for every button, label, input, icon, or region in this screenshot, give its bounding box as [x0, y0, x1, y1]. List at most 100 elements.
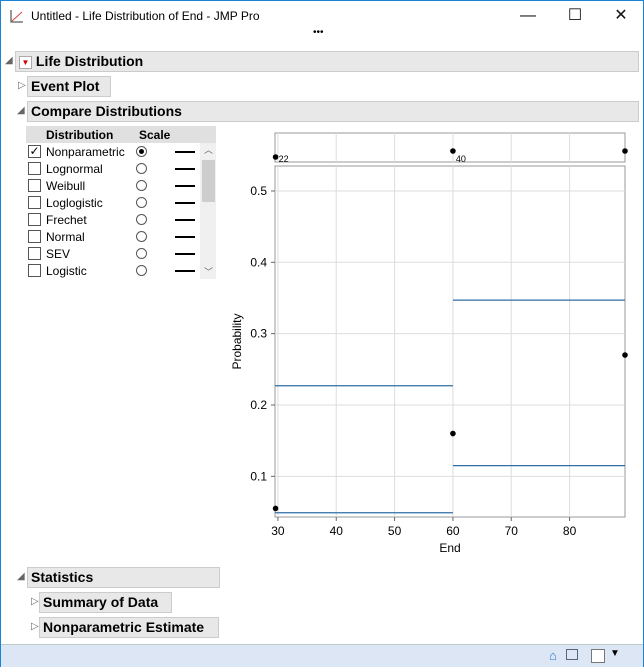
- distribution-checkbox[interactable]: [28, 213, 41, 226]
- nonparametric-estimate-title: Nonparametric Estimate: [43, 619, 205, 635]
- estimate-point: [272, 505, 279, 512]
- event-label: 22: [279, 154, 289, 164]
- event-plot-header[interactable]: Event Plot: [27, 76, 111, 97]
- scroll-up-icon[interactable]: ︿: [204, 143, 213, 156]
- home-icon[interactable]: ⌂: [549, 648, 557, 663]
- distribution-label: Normal: [46, 229, 85, 244]
- expand-triangle-icon[interactable]: ▷: [31, 596, 39, 607]
- collapse-triangle-icon[interactable]: ◢: [17, 571, 25, 582]
- collapse-triangle-icon[interactable]: ◢: [5, 55, 13, 66]
- life-distribution-header[interactable]: ▼ Life Distribution: [15, 51, 639, 72]
- summary-of-data-title: Summary of Data: [43, 594, 159, 610]
- more-handle[interactable]: •••: [313, 27, 324, 38]
- summary-of-data-header[interactable]: Summary of Data: [39, 592, 172, 613]
- scale-radio[interactable]: [136, 197, 147, 208]
- scale-radio[interactable]: [136, 163, 147, 174]
- distribution-table: Distribution Scale ✓ Nonparametric Logno…: [26, 126, 216, 279]
- distribution-row: ✓ Nonparametric: [26, 143, 216, 160]
- minimize-button[interactable]: —: [513, 5, 543, 27]
- column-distribution: Distribution: [46, 128, 114, 142]
- x-tick-label: 40: [330, 524, 344, 538]
- y-tick-label: 0.5: [250, 184, 267, 198]
- line-style-icon[interactable]: [175, 201, 195, 204]
- scale-radio[interactable]: [136, 248, 147, 259]
- event-point: [622, 148, 628, 154]
- status-bar: ⌂ ▼: [1, 644, 643, 667]
- distribution-row: Lognormal: [26, 160, 216, 177]
- scroll-down-icon[interactable]: ﹀: [204, 265, 213, 278]
- distribution-row: Weibull: [26, 177, 216, 194]
- scale-radio[interactable]: [136, 265, 147, 276]
- y-tick-label: 0.4: [250, 255, 267, 269]
- scale-radio[interactable]: [136, 214, 147, 225]
- dropdown-arrow-icon[interactable]: ▼: [610, 648, 620, 659]
- red-menu-triangle-icon[interactable]: ▼: [19, 56, 32, 69]
- x-axis-label: End: [439, 541, 460, 555]
- x-tick-label: 50: [388, 524, 402, 538]
- y-tick-label: 0.1: [250, 469, 267, 483]
- x-tick-label: 70: [505, 524, 519, 538]
- maximize-button[interactable]: ☐: [560, 5, 590, 27]
- scrollbar[interactable]: ︿ ﹀: [200, 143, 216, 279]
- distribution-row: Loglogistic: [26, 194, 216, 211]
- distribution-label: Weibull: [46, 178, 86, 193]
- event-plot-title: Event Plot: [31, 78, 100, 94]
- event-point: [272, 154, 279, 160]
- distribution-label: Frechet: [46, 212, 87, 227]
- statistics-header[interactable]: Statistics: [27, 567, 220, 588]
- nonparametric-estimate-header[interactable]: Nonparametric Estimate: [39, 617, 219, 638]
- column-scale: Scale: [139, 128, 171, 142]
- distribution-row: Normal: [26, 228, 216, 245]
- y-axis-label: Probability: [230, 313, 244, 369]
- distribution-checkbox[interactable]: [28, 247, 41, 260]
- distribution-row: Frechet: [26, 211, 216, 228]
- y-tick-label: 0.2: [250, 398, 267, 412]
- line-style-icon[interactable]: [175, 184, 195, 187]
- distribution-checkbox[interactable]: [28, 196, 41, 209]
- layout-box-icon[interactable]: [591, 649, 605, 663]
- statistics-title: Statistics: [31, 569, 94, 585]
- line-style-icon[interactable]: [175, 150, 195, 153]
- distribution-checkbox[interactable]: [28, 162, 41, 175]
- x-tick-label: 30: [271, 524, 285, 538]
- estimate-point: [622, 352, 628, 358]
- line-style-icon[interactable]: [175, 235, 195, 238]
- line-style-icon[interactable]: [175, 269, 195, 272]
- line-style-icon[interactable]: [175, 252, 195, 255]
- life-distribution-title: Life Distribution: [35, 53, 144, 69]
- distribution-checkbox[interactable]: ✓: [28, 145, 41, 158]
- x-tick-label: 60: [446, 524, 460, 538]
- x-tick-label: 80: [563, 524, 577, 538]
- distribution-row: Logistic: [26, 262, 216, 279]
- distribution-checkbox[interactable]: [28, 230, 41, 243]
- event-label: 40: [456, 154, 466, 164]
- expand-triangle-icon[interactable]: ▷: [31, 621, 39, 632]
- window-list-icon[interactable]: [566, 649, 578, 660]
- scale-radio[interactable]: [136, 146, 147, 157]
- compare-distributions-title: Compare Distributions: [31, 103, 182, 119]
- event-point: [450, 148, 456, 154]
- expand-triangle-icon[interactable]: ▷: [18, 80, 26, 91]
- probability-chart: 30 40 50 60 70 80 0.1 0.2 0.3 0.4 0.5 End Probabilit…: [230, 132, 628, 555]
- compare-distributions-header[interactable]: Compare Distributions: [27, 101, 639, 122]
- distribution-checkbox[interactable]: [28, 179, 41, 192]
- line-style-icon[interactable]: [175, 218, 195, 221]
- y-tick-label: 0.3: [250, 327, 267, 341]
- estimate-point: [450, 430, 456, 437]
- distribution-checkbox[interactable]: [28, 264, 41, 277]
- jmp-app-icon: [10, 10, 23, 23]
- collapse-triangle-icon[interactable]: ◢: [17, 105, 25, 116]
- distribution-label: Lognormal: [46, 161, 103, 176]
- table-header: Distribution Scale: [26, 126, 216, 143]
- plot-frame: [274, 165, 626, 518]
- scale-radio[interactable]: [136, 180, 147, 191]
- distribution-row: SEV: [26, 245, 216, 262]
- event-strip-frame: [274, 132, 626, 163]
- scrollbar-thumb[interactable]: [202, 160, 215, 202]
- scale-radio[interactable]: [136, 231, 147, 242]
- close-button[interactable]: ✕: [606, 5, 636, 27]
- distribution-label: SEV: [46, 246, 71, 261]
- line-style-icon[interactable]: [175, 167, 195, 170]
- distribution-label: Nonparametric: [46, 144, 125, 159]
- distribution-label: Logistic: [46, 263, 87, 278]
